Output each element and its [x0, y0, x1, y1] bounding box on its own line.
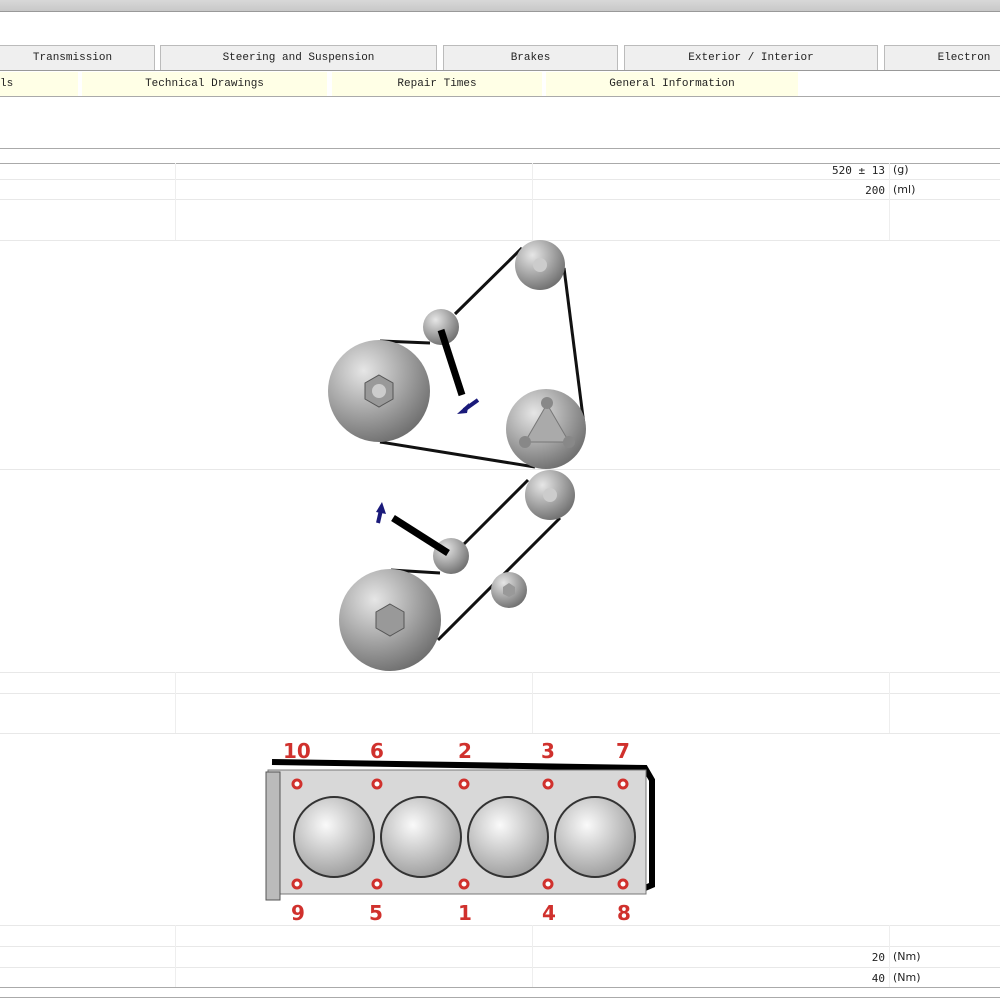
sequence-number: 5 — [369, 901, 383, 925]
sequence-number: 3 — [541, 739, 555, 763]
sequence-number: 9 — [291, 901, 305, 925]
sequence-number: 2 — [458, 739, 472, 763]
sequence-number: 1 — [458, 901, 472, 925]
sequence-number: 7 — [616, 739, 630, 763]
cylinder-head-diagram — [265, 759, 655, 901]
sequence-number: 4 — [542, 901, 556, 925]
technical-drawings: 10 6 2 3 7 9 5 1 4 8 — [265, 240, 655, 925]
sequence-number: 8 — [617, 901, 631, 925]
tensioner-arm — [391, 515, 450, 556]
sequence-number: 6 — [370, 739, 384, 763]
sequence-number: 10 — [283, 739, 311, 763]
